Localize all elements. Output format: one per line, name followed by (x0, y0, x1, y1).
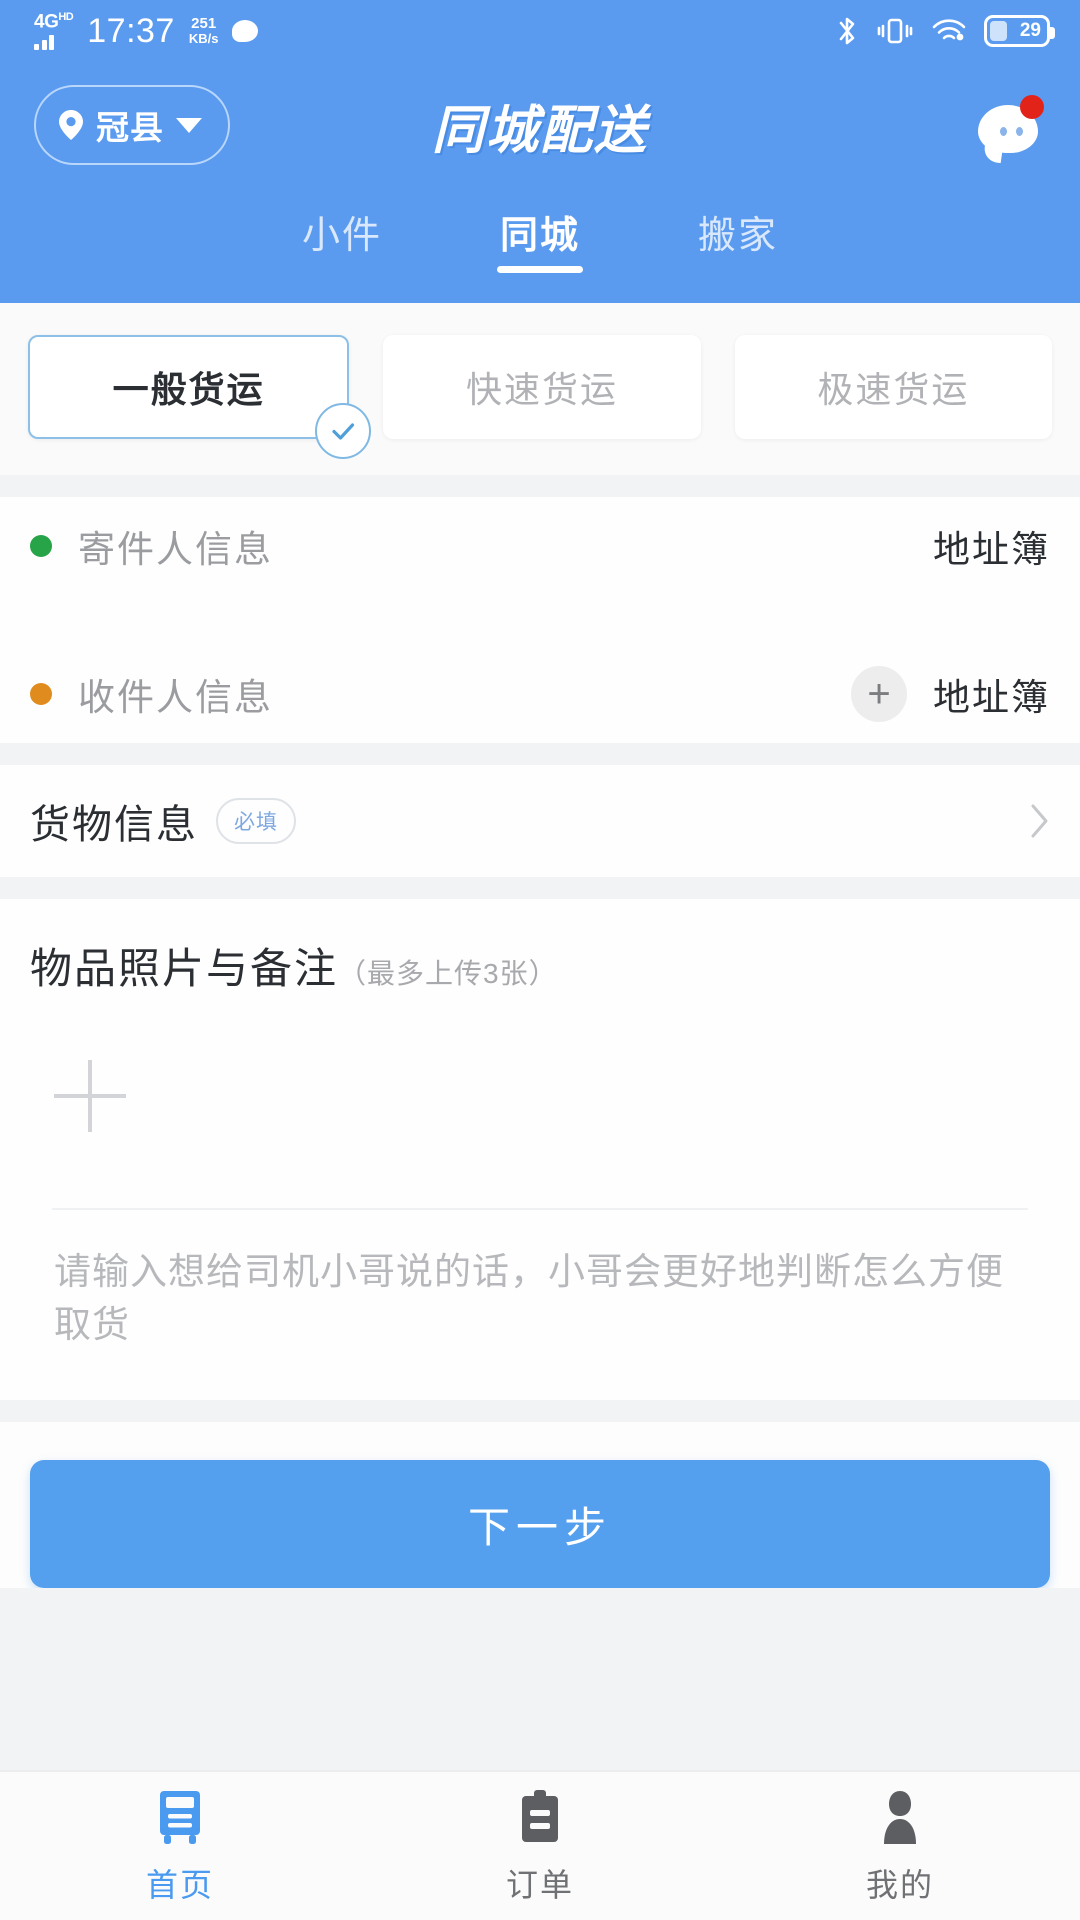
signal-group: 4GHD (34, 10, 74, 51)
next-step-button[interactable]: 下一步 (30, 1460, 1050, 1588)
sender-label: 寄件人信息 (78, 529, 273, 570)
receiver-label: 收件人信息 (78, 677, 273, 718)
remark-input[interactable]: 请输入想给司机小哥说的话，小哥会更好地判断怎么方便取货 (30, 1210, 1050, 1400)
tab-label: 搬家 (698, 215, 779, 257)
body-tail-spacer (0, 1588, 1080, 1770)
goods-info-row[interactable]: 货物信息 必填 (0, 765, 1080, 877)
home-icon (149, 1786, 211, 1848)
sender-row-actions: 地址簿 (933, 519, 1050, 573)
required-badge: 必填 (216, 798, 296, 844)
app-screen: 4GHD 17:37 251 KB/s 29 冠县 同城配送 小件 同城 搬家 … (0, 0, 1080, 1920)
nav-item-profile[interactable]: 我的 (720, 1786, 1080, 1906)
status-bar-right: 29 (836, 15, 1055, 47)
sender-status-dot (30, 535, 52, 557)
add-receiver-button[interactable]: + (851, 666, 907, 722)
photo-remark-title-row: 物品照片与备注 （最多上传3张） (30, 935, 1050, 996)
section-gap (0, 743, 1080, 765)
receiver-row[interactable]: 收件人信息 + 地址簿 (0, 645, 1080, 743)
receiver-row-actions: + 地址簿 (851, 666, 1050, 722)
status-bar-clock: 17:37 (87, 11, 175, 50)
person-icon (871, 1786, 929, 1848)
contacts-card: 寄件人信息 地址簿 收件人信息 + 地址簿 (0, 497, 1080, 743)
service-type-fast[interactable]: 快速货运 (383, 335, 701, 439)
receiver-status-dot (30, 683, 52, 705)
tab-tongcheng[interactable]: 同城 (496, 198, 584, 275)
service-type-general[interactable]: 一般货运 (28, 335, 372, 459)
clipboard-icon (513, 1786, 567, 1848)
chat-button[interactable] (974, 93, 1046, 157)
goods-info-label: 货物信息 (30, 803, 198, 847)
photo-remark-section: 物品照片与备注 （最多上传3张） 请输入想给司机小哥说的话，小哥会更好地判断怎么… (0, 899, 1080, 1400)
plus-icon (54, 1060, 126, 1132)
photo-upload-button[interactable] (30, 1036, 150, 1156)
message-bubble-icon (232, 20, 259, 42)
tab-label: 小件 (301, 215, 382, 257)
network-type-icon: 4GHD (34, 10, 74, 51)
contacts-spacer (0, 595, 1080, 645)
photo-upload-hint: （最多上传3张） (338, 958, 558, 989)
goods-info-card: 货物信息 必填 (0, 765, 1080, 877)
sender-row[interactable]: 寄件人信息 地址簿 (0, 497, 1080, 595)
chevron-right-icon (1030, 803, 1050, 839)
section-gap (0, 1400, 1080, 1422)
photo-remark-card: 物品照片与备注 （最多上传3张） 请输入想给司机小哥说的话，小哥会更好地判断怎么… (0, 899, 1080, 1400)
status-bar: 4GHD 17:37 251 KB/s 29 (0, 0, 1080, 62)
network-speed-indicator: 251 KB/s (189, 16, 219, 45)
receiver-addressbook-button[interactable]: 地址簿 (933, 667, 1050, 721)
nav-item-orders[interactable]: 订单 (360, 1786, 720, 1906)
tab-banjia[interactable]: 搬家 (694, 198, 782, 275)
signal-bars-icon (34, 34, 54, 51)
header-tabs: 小件 同城 搬家 (0, 188, 1080, 301)
page-body: 一般货运 快速货运 极速货运 寄件人信息 地址簿 收件人信息 + 地址簿 货物信… (0, 303, 1080, 1770)
unread-badge (1020, 95, 1044, 119)
wifi-icon (932, 18, 966, 44)
bluetooth-icon (836, 16, 858, 46)
network-speed-unit: KB/s (188, 31, 219, 47)
network-hd-label: HD (58, 10, 74, 23)
nav-label-home: 首页 (145, 1867, 214, 1903)
bottom-navigation: 首页 订单 我的 (0, 1770, 1080, 1920)
service-type-express[interactable]: 极速货运 (734, 335, 1052, 439)
location-pin-icon (58, 109, 84, 141)
service-type-selector: 一般货运 快速货运 极速货运 (0, 303, 1080, 475)
location-selector[interactable]: 冠县 (34, 85, 230, 165)
tab-xiaojian[interactable]: 小件 (298, 198, 386, 275)
status-bar-left: 4GHD 17:37 251 KB/s (34, 10, 259, 51)
primary-action-area: 下一步 (0, 1422, 1080, 1588)
service-type-label: 极速货运 (817, 369, 970, 410)
nav-label-orders: 订单 (505, 1867, 574, 1903)
nav-item-home[interactable]: 首页 (0, 1786, 360, 1906)
location-name: 冠县 (96, 109, 164, 146)
tab-label: 同城 (499, 215, 580, 257)
photo-remark-title: 物品照片与备注 (30, 945, 339, 992)
header-top-row: 冠县 同城配送 (0, 62, 1080, 188)
chevron-down-icon (176, 117, 202, 133)
section-gap (0, 877, 1080, 899)
section-gap (0, 475, 1080, 497)
vibrate-icon (876, 17, 914, 45)
network-type-label: 4G (34, 11, 59, 33)
battery-level-label: 29 (1019, 20, 1041, 41)
battery-indicator: 29 (984, 15, 1055, 47)
service-type-label: 快速货运 (465, 369, 618, 410)
network-speed-value: 251 (191, 15, 217, 33)
nav-label-profile: 我的 (865, 1867, 934, 1903)
selected-check-icon (315, 403, 372, 459)
app-header: 冠县 同城配送 小件 同城 搬家 (0, 62, 1080, 303)
service-type-label: 一般货运 (112, 369, 265, 410)
sender-addressbook-button[interactable]: 地址簿 (933, 519, 1050, 573)
